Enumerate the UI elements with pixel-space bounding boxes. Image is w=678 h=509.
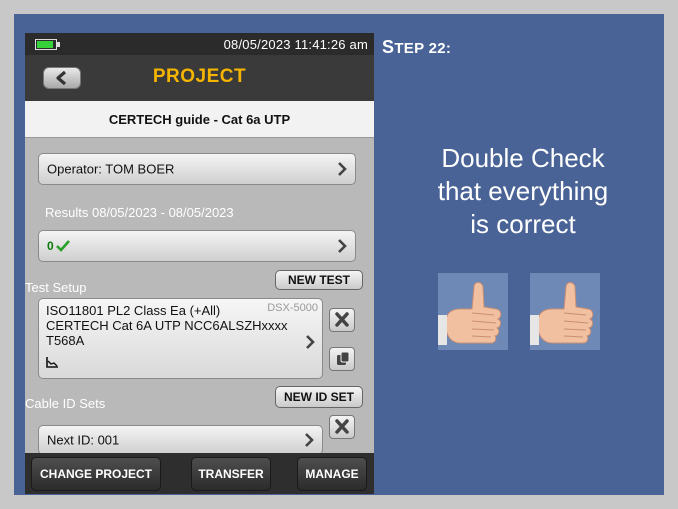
chevron-right-icon [338,239,347,253]
tester-model: DSX-5000 [267,302,318,314]
transfer-button[interactable]: TRANSFER [191,457,271,491]
test-setup-label: Test Setup [25,280,87,295]
cable-id-sets-label: Cable ID Sets [25,396,106,411]
battery-icon [35,39,60,50]
instruction-line: that everything [437,176,609,206]
chart-icon [46,357,58,368]
result-count: 0 [47,239,54,253]
next-id-selector[interactable]: Next ID: 001 [38,425,323,455]
step-label: STEP 22: [382,37,451,58]
project-name: CERTECH guide - Cat 6a UTP [108,112,291,127]
outlet-configuration: T568A [46,333,85,348]
delete-test-setup-button[interactable] [329,308,355,332]
device-screen: 08/05/2023 11:41:26 am PROJECT CERTECH g… [25,33,374,494]
chevron-right-icon [306,335,315,349]
step-initial: S [382,37,395,57]
project-name-bar: CERTECH guide - Cat 6a UTP [25,101,374,138]
instruction-line: Double Check [441,143,605,173]
close-icon [335,312,349,327]
title-bar: PROJECT [25,55,374,101]
delete-id-set-button[interactable] [329,415,355,439]
bottom-bar: CHANGE PROJECT TRANSFER MANAGE [25,453,374,494]
instruction-line: is correct [470,209,576,239]
thumbs-up-icon [530,273,600,350]
instruction-text: Double Check that everything is correct [382,142,664,241]
step-rest: TEP 22: [394,40,452,57]
status-bar: 08/05/2023 11:41:26 am [25,33,374,55]
new-id-set-button[interactable]: NEW ID SET [275,386,363,408]
chevron-right-icon [338,162,347,176]
close-icon [335,419,349,434]
results-button[interactable]: 0 [38,230,356,262]
copy-icon [337,351,350,365]
results-range: Results 08/05/2023 - 08/05/2023 [45,205,234,220]
test-limit: ISO11801 PL2 Class Ea (+All) [46,303,221,318]
chevron-right-icon [305,433,314,447]
check-icon [56,240,70,252]
new-test-button[interactable]: NEW TEST [275,270,363,290]
operator-label: Operator: TOM BOER [47,161,175,177]
change-project-button[interactable]: CHANGE PROJECT [31,457,161,491]
manage-button[interactable]: MANAGE [297,457,367,491]
test-setup-selector[interactable]: ISO11801 PL2 Class Ea (+All) CERTECH Cat… [38,298,323,379]
copy-test-setup-button[interactable] [329,347,355,371]
operator-button[interactable]: Operator: TOM BOER [38,153,356,185]
datetime: 08/05/2023 11:41:26 am [223,37,368,52]
next-id-label: Next ID: 001 [47,432,120,448]
thumbs-up-icon [438,273,508,350]
page-title: PROJECT [152,66,247,87]
cable-type: CERTECH Cat 6A UTP NCC6ALSZHxxxx [46,318,288,333]
